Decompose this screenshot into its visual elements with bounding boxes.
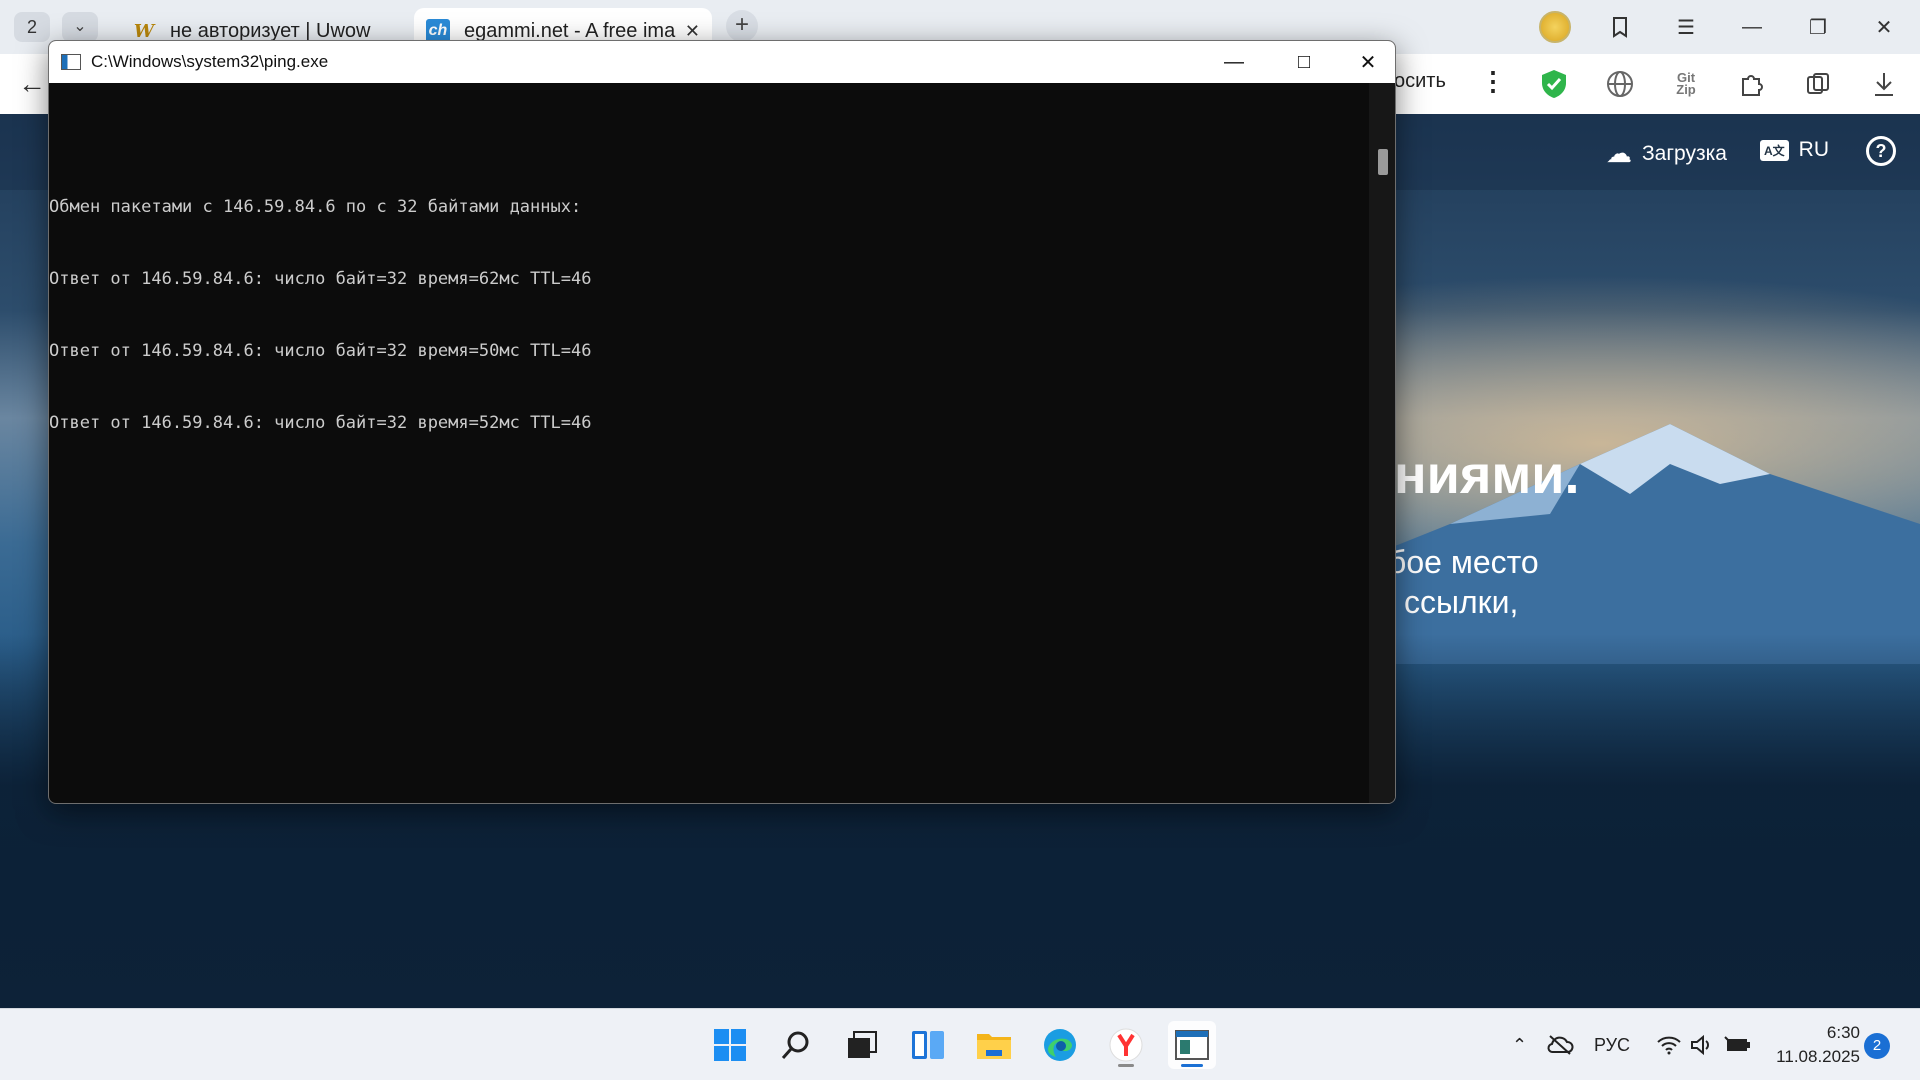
clock-time: 6:30: [1826, 1023, 1860, 1042]
onedrive-cloud-offline-icon[interactable]: [1546, 1009, 1574, 1080]
wifi-icon[interactable]: [1656, 1009, 1682, 1080]
console-minimize-icon[interactable]: —: [1199, 41, 1269, 83]
hero-subtitle-line-2: ссылки,: [1404, 584, 1519, 620]
console-close-icon[interactable]: ✕: [1339, 41, 1395, 83]
console-line: Обмен пакетами с 146.59.84.6 по с 32 бай…: [49, 197, 582, 217]
browser-restore-icon[interactable]: ❐: [1800, 8, 1836, 46]
console-app-icon: [61, 54, 81, 70]
upload-label: Загрузка: [1642, 141, 1727, 165]
ping-console-window[interactable]: C:\Windows\system32\ping.exe — □ ✕ Обмен…: [48, 40, 1396, 804]
cloud-upload-icon: ☁: [1606, 138, 1632, 168]
widgets-icon[interactable]: [904, 1021, 952, 1069]
console-titlebar[interactable]: C:\Windows\system32\ping.exe — □ ✕: [49, 41, 1395, 83]
search-icon[interactable]: [772, 1021, 820, 1069]
battery-charging-icon[interactable]: [1724, 1009, 1752, 1080]
system-clock[interactable]: 6:30 11.08.2025: [1770, 1021, 1860, 1069]
yandex-browser-icon[interactable]: [1102, 1021, 1150, 1069]
notification-badge[interactable]: 2: [1864, 1033, 1890, 1059]
start-icon[interactable]: [706, 1021, 754, 1069]
browser-close-icon[interactable]: ✕: [1866, 8, 1902, 46]
console-scrollbar[interactable]: [1369, 83, 1395, 803]
windows-taskbar: ⌃ РУС 6:30 11.08.2025 2: [0, 1008, 1920, 1080]
help-icon[interactable]: ?: [1866, 136, 1896, 166]
console-maximize-icon[interactable]: □: [1269, 41, 1339, 83]
language-label: RU: [1798, 138, 1830, 161]
show-hidden-icons-chevron-icon[interactable]: ⌃: [1512, 1009, 1527, 1080]
profile-avatar[interactable]: [1536, 8, 1574, 46]
vpn-globe-icon[interactable]: [1602, 66, 1638, 102]
file-explorer-icon[interactable]: [970, 1021, 1018, 1069]
toolbar-partial-button[interactable]: осить: [1394, 70, 1446, 93]
active-indicator: [1181, 1064, 1203, 1067]
console-taskbar-icon[interactable]: [1168, 1021, 1216, 1069]
edge-icon[interactable]: [1036, 1021, 1084, 1069]
console-line: Ответ от 146.59.84.6: число байт=32 врем…: [49, 341, 592, 361]
console-scroll-thumb[interactable]: [1378, 149, 1388, 175]
console-line: Ответ от 146.59.84.6: число байт=32 врем…: [49, 269, 592, 289]
language-selector[interactable]: A文 RU: [1760, 138, 1829, 162]
more-options-icon[interactable]: ⋮: [1480, 66, 1506, 97]
gitzip-extension-icon[interactable]: Git Zip: [1668, 66, 1704, 102]
console-title: C:\Windows\system32\ping.exe: [91, 52, 329, 71]
extensions-puzzle-icon[interactable]: [1734, 66, 1770, 102]
download-icon[interactable]: [1866, 66, 1902, 102]
volume-icon[interactable]: [1690, 1009, 1714, 1080]
collections-icon[interactable]: [1800, 66, 1836, 102]
task-view-icon[interactable]: [838, 1021, 886, 1069]
running-indicator: [1118, 1064, 1134, 1067]
translate-icon: A文: [1760, 139, 1789, 161]
bookmarks-icon[interactable]: [1602, 8, 1638, 46]
clock-date: 11.08.2025: [1776, 1047, 1860, 1066]
adblock-shield-icon[interactable]: [1536, 66, 1572, 102]
tab-list-chevron-icon[interactable]: ⌄: [62, 12, 98, 42]
console-output[interactable]: Обмен пакетами с 146.59.84.6 по с 32 бай…: [49, 83, 1369, 803]
console-line: Ответ от 146.59.84.6: число байт=32 врем…: [49, 413, 592, 433]
browser-minimize-icon[interactable]: —: [1734, 8, 1770, 46]
back-arrow-icon[interactable]: ←: [18, 68, 52, 102]
hero-subtitle-line-1: бое место: [1388, 544, 1539, 580]
hero-title: ниями.: [1394, 445, 1580, 505]
menu-hamburger-icon[interactable]: ☰: [1668, 8, 1704, 46]
tab-close-icon[interactable]: ✕: [685, 21, 700, 42]
tab-count-button[interactable]: 2: [14, 12, 50, 42]
input-language-indicator[interactable]: РУС: [1594, 1009, 1630, 1080]
upload-button[interactable]: ☁ Загрузка: [1606, 138, 1727, 169]
new-tab-plus-icon[interactable]: +: [726, 10, 758, 42]
